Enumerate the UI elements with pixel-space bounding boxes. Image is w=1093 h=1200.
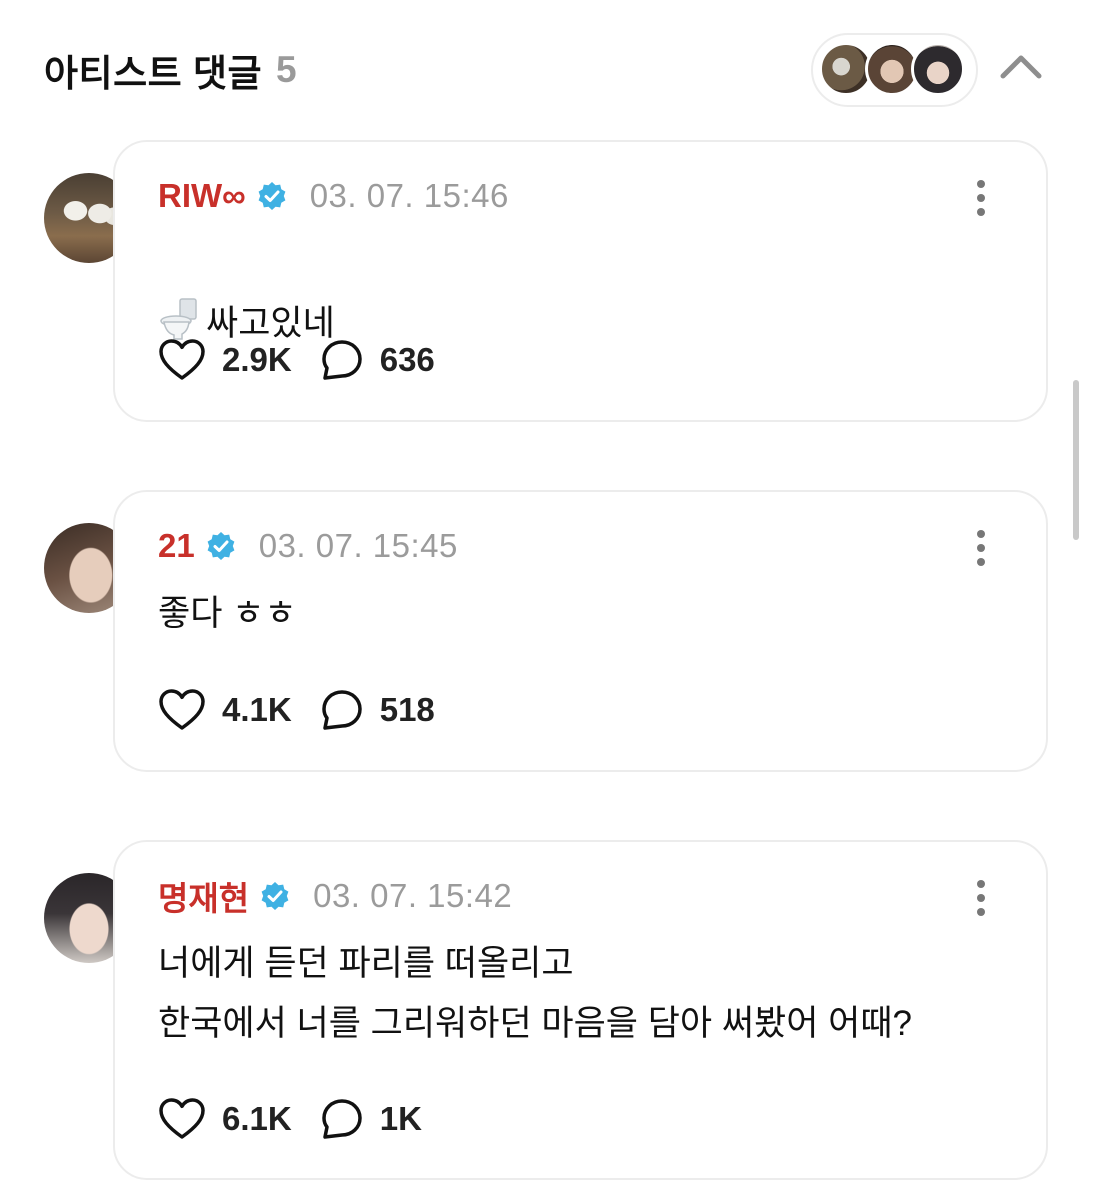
comment-count: 5	[276, 49, 297, 90]
comment-card: RIW∞ 03. 07. 15:46 싸고있네 2.9K 636	[113, 140, 1048, 422]
artist-avatar	[911, 42, 965, 96]
verified-badge-icon	[261, 882, 289, 910]
comment-actions: 2.9K 636	[158, 336, 435, 384]
reply-bubble-icon[interactable]	[320, 338, 364, 382]
reply-count: 518	[379, 691, 435, 728]
comment-meta: 21 03. 07. 15:45	[158, 524, 458, 568]
comment-text: 너에게 듣던 파리를 떠올리고 한국에서 너를 그리워하던 마음을 담아 써봤어…	[158, 944, 913, 1043]
more-options-icon[interactable]	[975, 878, 987, 918]
comment-meta: RIW∞ 03. 07. 15:46	[158, 174, 509, 218]
comment-card: 21 03. 07. 15:45 좋다 ㅎㅎ 4.1K 518	[113, 490, 1048, 772]
section-header: 아티스트 댓글 5	[44, 40, 297, 100]
like-count: 2.9K	[222, 341, 292, 378]
verified-badge-icon	[258, 182, 286, 210]
author-name[interactable]: RIW∞	[158, 177, 246, 215]
verified-badge-icon	[207, 532, 235, 560]
artist-avatars-pill[interactable]	[811, 33, 978, 107]
timestamp: 03. 07. 15:46	[309, 177, 509, 214]
reply-count: 636	[379, 341, 435, 378]
author-name[interactable]: 21	[158, 527, 195, 565]
timestamp: 03. 07. 15:42	[313, 877, 513, 914]
chevron-up-icon[interactable]	[998, 50, 1044, 82]
comment-meta: 명재현 03. 07. 15:42	[158, 874, 512, 918]
section-title: 아티스트 댓글	[44, 53, 263, 94]
timestamp: 03. 07. 15:45	[258, 527, 458, 564]
like-count: 6.1K	[222, 1100, 292, 1137]
more-options-icon[interactable]	[975, 528, 987, 568]
more-options-icon[interactable]	[975, 178, 987, 218]
comment-actions: 6.1K 1K	[158, 1095, 422, 1143]
toilet-emoji-icon	[160, 298, 197, 340]
like-count: 4.1K	[222, 691, 292, 728]
heart-icon[interactable]	[158, 1097, 206, 1141]
heart-icon[interactable]	[158, 688, 206, 732]
reply-bubble-icon[interactable]	[320, 688, 364, 732]
author-name[interactable]: 명재현	[158, 872, 249, 920]
comment-card: 명재현 03. 07. 15:42 너에게 듣던 파리를 떠올리고 한국에서 너…	[113, 840, 1048, 1180]
heart-icon[interactable]	[158, 338, 206, 382]
scrollbar[interactable]	[1073, 380, 1079, 540]
reply-bubble-icon[interactable]	[320, 1097, 364, 1141]
reply-count: 1K	[379, 1100, 422, 1137]
comment-actions: 4.1K 518	[158, 686, 435, 734]
comment-text: 좋다 ㅎㅎ	[158, 594, 297, 633]
